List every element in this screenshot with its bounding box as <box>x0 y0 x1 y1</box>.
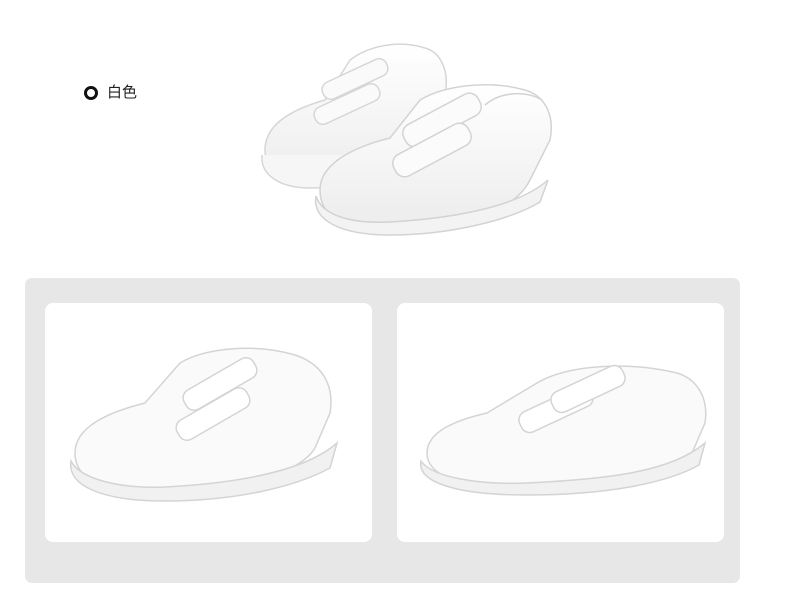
product-hero-image <box>250 30 570 245</box>
product-thumbnail-1[interactable] <box>45 303 372 542</box>
sneaker-side-left <box>70 347 339 502</box>
product-thumbnail-2[interactable] <box>397 303 724 542</box>
color-option[interactable]: 白色 <box>84 83 137 103</box>
gallery-panel <box>25 278 740 583</box>
color-option-label: 白色 <box>107 84 138 101</box>
ring-icon <box>84 86 98 100</box>
sneaker-side-right <box>420 364 707 496</box>
